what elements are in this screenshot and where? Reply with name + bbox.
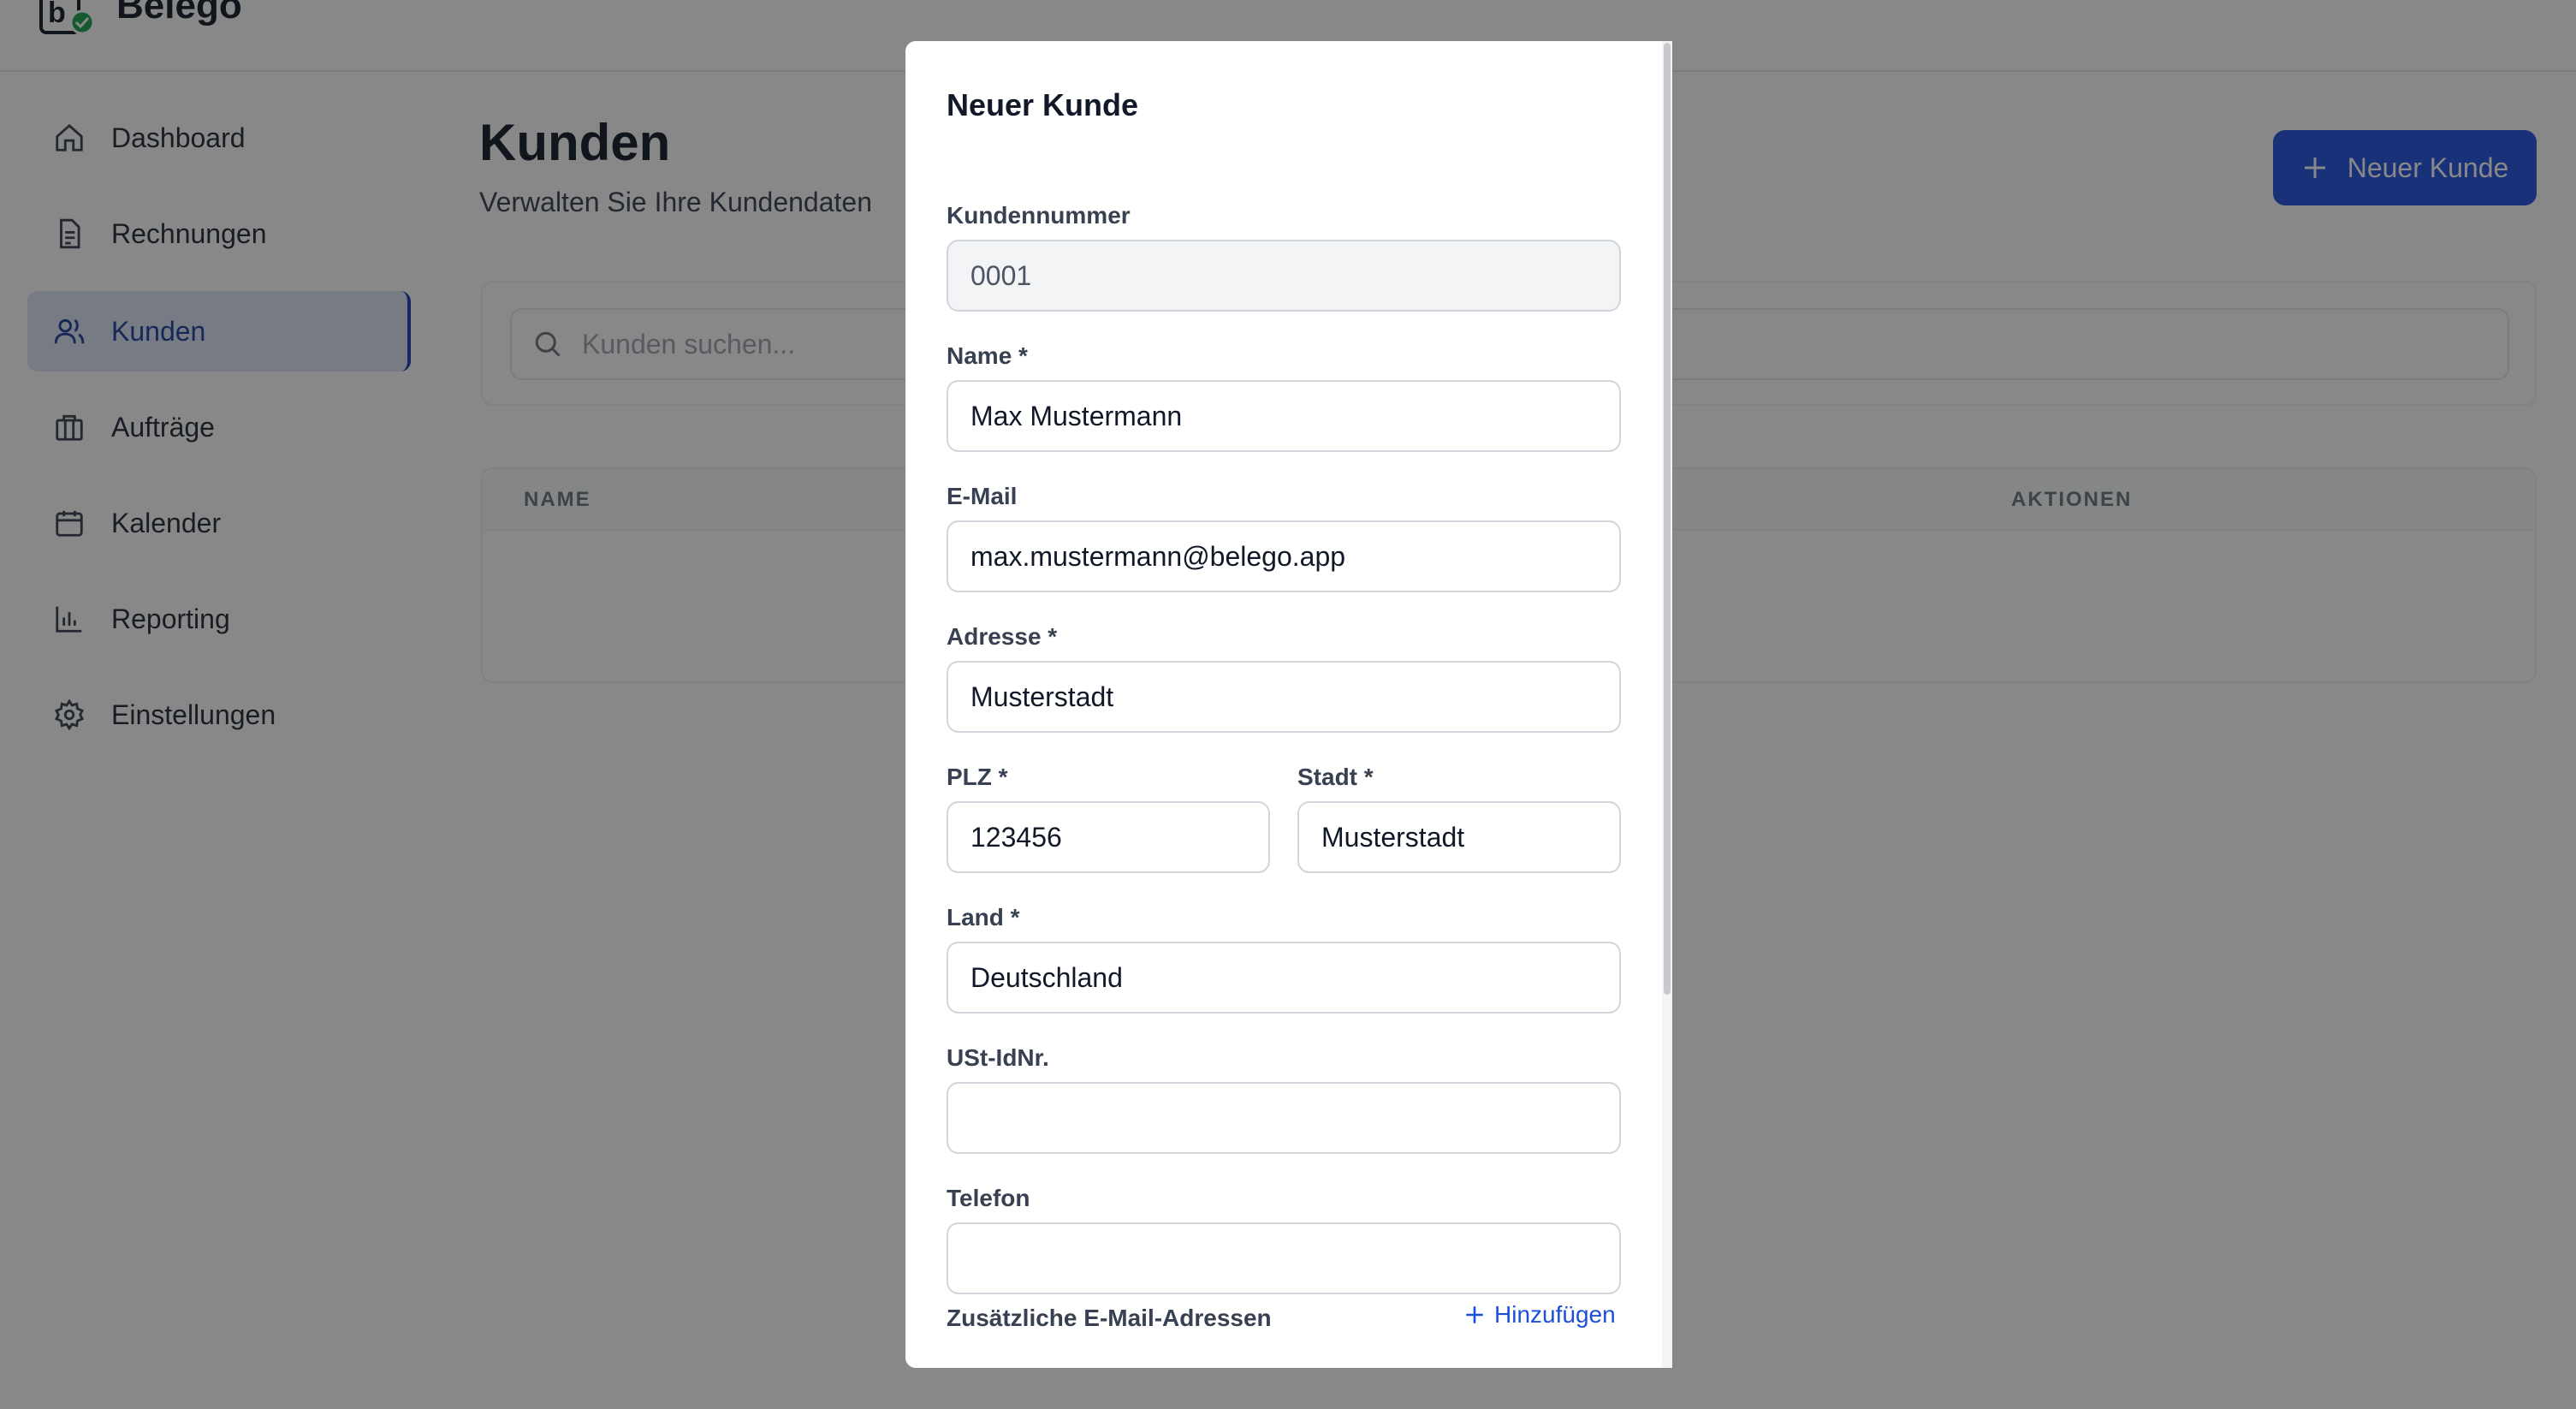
telefon-label: Telefon bbox=[947, 1185, 1030, 1211]
kundennummer-label: Kundennummer bbox=[947, 202, 1131, 229]
add-email-button[interactable]: Hinzufügen bbox=[1463, 1301, 1616, 1329]
modal-title: Neuer Kunde bbox=[947, 87, 1139, 122]
ustid-field[interactable] bbox=[947, 1082, 1621, 1154]
email-field[interactable]: max.mustermann@belego.app bbox=[947, 520, 1621, 592]
name-field[interactable]: Max Mustermann bbox=[947, 380, 1621, 452]
kundennummer-field[interactable]: 0001 bbox=[947, 240, 1621, 312]
plz-label: PLZ * bbox=[947, 764, 1008, 790]
land-label: Land * bbox=[947, 904, 1020, 930]
app-root: b Belego Dashboard Rechnungen Kunden Auf… bbox=[0, 0, 2576, 1409]
email-label: E-Mail bbox=[947, 483, 1018, 509]
plus-icon bbox=[1466, 1306, 1483, 1323]
name-label: Name * bbox=[947, 342, 1028, 369]
telefon-field[interactable] bbox=[947, 1222, 1621, 1294]
plz-field[interactable]: 123456 bbox=[947, 801, 1270, 873]
land-field[interactable]: Deutschland bbox=[947, 942, 1621, 1014]
new-customer-modal: Neuer Kunde Kundennummer 0001 Name * Max… bbox=[905, 41, 1672, 1368]
stadt-label: Stadt * bbox=[1297, 764, 1374, 790]
adresse-field[interactable]: Musterstadt bbox=[947, 661, 1621, 733]
stadt-field[interactable]: Musterstadt bbox=[1297, 801, 1621, 873]
modal-scrollbar-thumb[interactable] bbox=[1664, 43, 1671, 995]
extra-emails-label: Zusätzliche E-Mail-Adressen bbox=[947, 1305, 1272, 1331]
ustid-label: USt-IdNr. bbox=[947, 1044, 1049, 1071]
add-email-label: Hinzufügen bbox=[1494, 1301, 1616, 1328]
adresse-label: Adresse * bbox=[947, 623, 1058, 650]
